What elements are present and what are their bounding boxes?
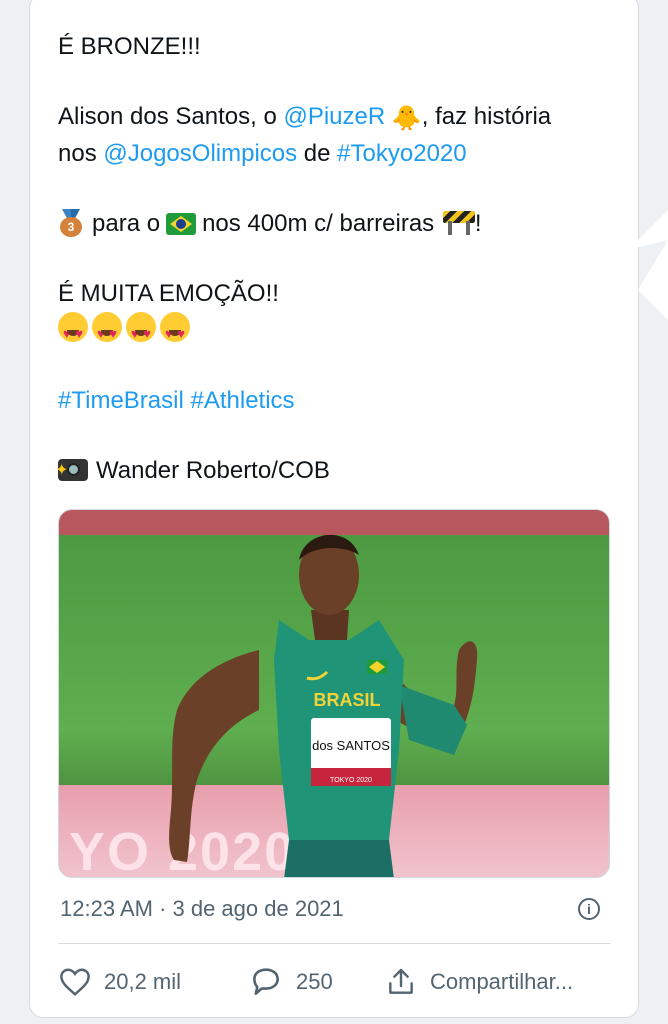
tweet-photo[interactable]: YO 2020 dos SANTOS TOKYO 2020 BRASIL <box>58 509 610 878</box>
reply-count: 250 <box>296 969 333 994</box>
hashtag-timebrasil[interactable]: #TimeBrasil <box>58 387 184 414</box>
brazil-flag-icon <box>166 213 197 235</box>
heart-icon <box>60 968 90 996</box>
runner-figure: dos SANTOS TOKYO 2020 BRASIL <box>169 534 478 877</box>
bronze-medal-icon: 3 <box>58 209 84 237</box>
heart-eyes-icon <box>58 312 88 352</box>
side-decoration <box>628 210 668 320</box>
construction-barrier-icon <box>442 209 475 235</box>
mention-piuzer[interactable]: @PiuzeR <box>283 103 385 130</box>
bib-sub: TOKYO 2020 <box>330 777 372 784</box>
comment-icon <box>253 968 279 995</box>
like-button[interactable]: 20,2 mil <box>58 962 181 1002</box>
like-count: 20,2 mil <box>104 969 182 994</box>
bib-name: dos SANTOS <box>312 738 390 753</box>
hashtags-line: #TimeBrasil #Athletics <box>58 382 618 419</box>
photo-credit: ✦ Wander Roberto/COB <box>55 457 330 484</box>
tweet-text: É BRONZE!!! Alison dos Santos, o @PiuzeR… <box>55 28 618 489</box>
hashtag-athletics[interactable]: #Athletics <box>190 387 294 414</box>
heart-eyes-emojis <box>58 312 618 352</box>
text-line-1: Alison dos Santos, o @PiuzeR 🐥, faz hist… <box>58 98 618 135</box>
camera-flash-icon: ✦ <box>55 459 88 481</box>
jersey-text: BRASIL <box>314 690 381 710</box>
divider <box>58 943 610 944</box>
tweet-actions: 20,2 mil 250 Compartilhar... <box>58 962 618 1002</box>
share-label: Compartilhar... <box>430 969 574 994</box>
reply-button[interactable]: 250 <box>248 962 333 1002</box>
info-icon[interactable]: i <box>578 898 600 920</box>
heart-eyes-icon <box>160 312 190 352</box>
hashtag-tokyo2020[interactable]: #Tokyo2020 <box>337 140 466 167</box>
chick-icon: 🐥 <box>391 105 422 132</box>
text-line-2: nos @JogosOlimpicos de #Tokyo2020 <box>58 140 467 167</box>
share-button[interactable]: Compartilhar... <box>384 962 573 1002</box>
headline: É BRONZE!!! <box>58 33 201 60</box>
text-line-3: 3 para o nos 400m c/ barreiras ! <box>58 205 618 242</box>
text-line-4: É MUITA EMOÇÃO!! <box>58 280 279 307</box>
heart-eyes-icon <box>92 312 122 352</box>
heart-eyes-icon <box>126 312 156 352</box>
mention-jogosolimpicos[interactable]: @JogosOlimpicos <box>103 140 297 167</box>
share-icon <box>389 968 413 994</box>
tweet-timestamp[interactable]: 12:23 AM · 3 de ago de 2021 <box>60 896 344 922</box>
